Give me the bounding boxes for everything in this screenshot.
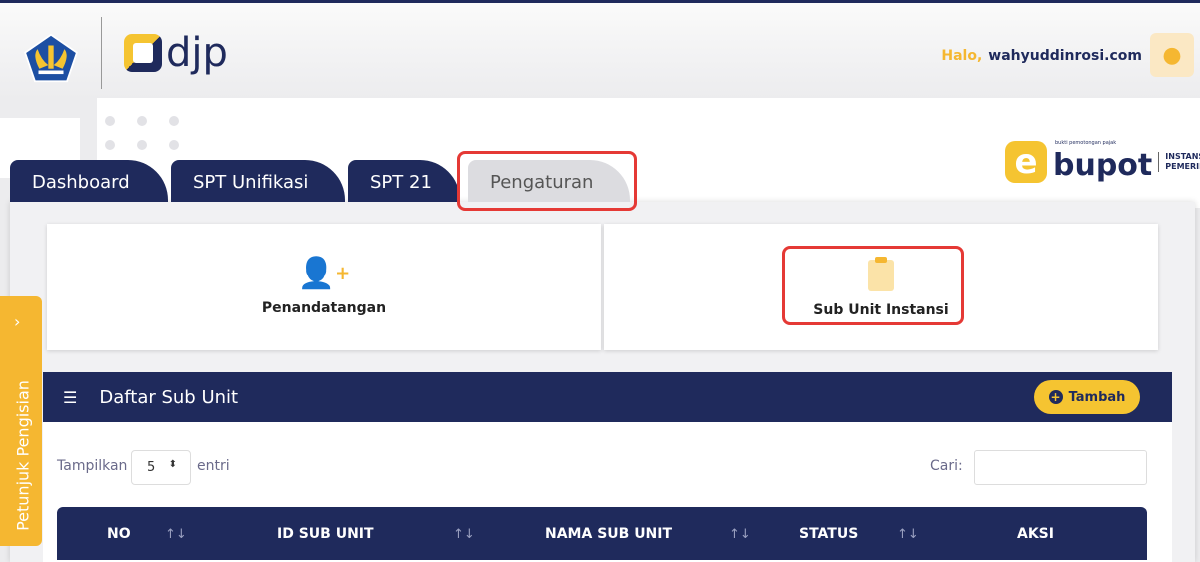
plus-circle-icon: + bbox=[1048, 390, 1063, 404]
column-nama-sub-unit[interactable]: NAMA SUB UNIT bbox=[545, 526, 672, 542]
user-icon: ● bbox=[1162, 42, 1182, 68]
highlight-box bbox=[782, 246, 964, 325]
sort-icon[interactable]: ↑↓ bbox=[165, 527, 187, 542]
column-no[interactable]: NO bbox=[107, 526, 131, 542]
username[interactable]: wahyuddinrosi.com bbox=[988, 48, 1142, 64]
column-aksi: AKSI bbox=[1017, 526, 1054, 542]
djp-logo: djp bbox=[124, 33, 228, 73]
sort-icon[interactable]: ↑↓ bbox=[453, 527, 475, 542]
sort-icon[interactable]: ↑↓ bbox=[729, 527, 751, 542]
search-input[interactable] bbox=[974, 450, 1147, 485]
entries-label: entri bbox=[197, 458, 230, 474]
add-button[interactable]: + Tambah bbox=[1034, 380, 1140, 414]
user-plus-icon: 👤+ bbox=[297, 256, 351, 291]
show-label: Tampilkan bbox=[57, 458, 128, 474]
list-header: ☰ Daftar Sub Unit + Tambah bbox=[43, 372, 1172, 422]
chevron-right-icon: › bbox=[14, 312, 21, 331]
ebupot-logo: e bukti pemotongan pajakbupot INSTANSIPE… bbox=[1005, 140, 1200, 183]
list-title: Daftar Sub Unit bbox=[99, 386, 239, 408]
search-label: Cari: bbox=[930, 458, 963, 474]
kemenkeu-logo bbox=[24, 33, 78, 83]
entries-select[interactable]: ⬍ 5 bbox=[131, 450, 191, 485]
sort-updown-icon: ⬍ bbox=[168, 459, 177, 470]
petunjuk-pengisian-tab[interactable]: › Petunjuk Pengisian bbox=[0, 296, 42, 546]
list-icon: ☰ bbox=[63, 387, 78, 407]
column-id-sub-unit[interactable]: ID SUB UNIT bbox=[277, 526, 374, 542]
avatar[interactable]: ● bbox=[1150, 33, 1194, 77]
tab-dashboard[interactable]: Dashboard bbox=[10, 160, 168, 202]
table-header: NO ↑↓ ID SUB UNIT ↑↓ NAMA SUB UNIT ↑↓ STATU… bbox=[57, 507, 1147, 560]
card-penandatangan[interactable]: 👤+ Penandatangan bbox=[47, 224, 601, 350]
column-status[interactable]: STATUS bbox=[799, 526, 858, 542]
greeting: Halo, wahyuddinrosi.com bbox=[941, 48, 1142, 64]
header: djp Halo, wahyuddinrosi.com ● bbox=[0, 3, 1200, 100]
tab-spt-unifikasi[interactable]: SPT Unifikasi bbox=[171, 160, 345, 202]
dots-decoration bbox=[105, 116, 179, 150]
divider bbox=[101, 17, 102, 89]
sort-icon[interactable]: ↑↓ bbox=[897, 527, 919, 542]
highlight-box bbox=[457, 151, 637, 211]
